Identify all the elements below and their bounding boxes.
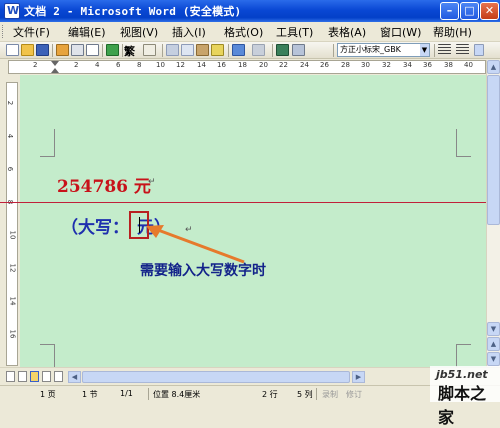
menu-grip[interactable] <box>2 25 5 38</box>
toolbar-separator <box>434 44 435 57</box>
horizontal-ruler[interactable]: 2 2 4 6 8 10 12 14 16 18 20 22 24 26 28 … <box>8 60 486 74</box>
tab-selector[interactable] <box>0 60 8 75</box>
menu-file[interactable]: 文件(F) <box>13 24 50 40</box>
arrow-shaft <box>157 228 245 264</box>
toolbar-separator <box>162 44 163 57</box>
title-bar: W 文档 2 - Microsoft Word (安全模式) – □ ✕ <box>0 0 500 22</box>
align-center-icon[interactable] <box>456 44 469 56</box>
font-name-select[interactable]: 方正小标宋_GBK <box>337 43 430 57</box>
copy-icon[interactable] <box>181 44 194 56</box>
scroll-right-button[interactable]: ▶ <box>352 371 365 383</box>
vertical-ruler[interactable]: 2 4 6 8 10 12 14 16 <box>6 82 18 366</box>
paragraph-mark: ↵ <box>148 177 156 187</box>
status-separator <box>316 388 317 400</box>
toolbar-separator <box>228 44 229 57</box>
window-title: 文档 2 - Microsoft Word (安全模式) <box>24 5 242 18</box>
menu-table[interactable]: 表格(A) <box>328 24 366 40</box>
hanging-indent-marker[interactable] <box>51 68 59 73</box>
status-section: 1 节 <box>82 390 98 399</box>
status-line: 2 行 <box>262 390 278 399</box>
menu-view[interactable]: 视图(V) <box>120 24 158 40</box>
chevron-down-icon[interactable]: ▼ <box>420 44 429 56</box>
simplified-chinese-icon[interactable] <box>143 44 156 56</box>
traditional-chinese-button[interactable]: 繁 <box>124 43 135 59</box>
new-document-icon[interactable] <box>6 44 19 56</box>
word-app-icon[interactable]: W <box>4 3 20 19</box>
amount-text[interactable]: 254786 元 <box>57 172 151 197</box>
status-separator <box>148 388 149 400</box>
watermark-name: 脚本之家 <box>438 384 487 427</box>
maximize-button[interactable]: □ <box>460 2 479 20</box>
bottom-right-margin-mark <box>456 344 471 367</box>
toolbar-separator <box>272 44 273 57</box>
status-page-of: 1/1 <box>120 389 133 398</box>
scroll-down-button[interactable]: ▼ <box>487 322 500 336</box>
more-buttons-icon[interactable] <box>292 44 305 56</box>
permission-icon[interactable] <box>56 44 69 56</box>
menu-window[interactable]: 窗口(W) <box>380 24 421 40</box>
menu-edit[interactable]: 编辑(E) <box>68 24 106 40</box>
toolbar-separator <box>102 44 103 57</box>
save-icon[interactable] <box>36 44 49 56</box>
menu-tools[interactable]: 工具(T) <box>276 24 313 40</box>
toolbar-separator <box>333 44 334 57</box>
toolbar-options-icon[interactable] <box>474 44 484 56</box>
status-column: 5 列 <box>297 390 313 399</box>
menu-insert[interactable]: 插入(I) <box>172 24 206 40</box>
vertical-scrollbar[interactable]: ▲ ▼ ▲ ▼ <box>486 60 500 367</box>
spelling-icon[interactable] <box>106 44 119 56</box>
top-left-margin-mark <box>40 129 55 157</box>
status-track-changes[interactable]: 修订 <box>346 389 362 400</box>
redo-icon[interactable] <box>252 44 265 56</box>
horizontal-scroll-thumb[interactable] <box>82 371 350 383</box>
scroll-thumb[interactable] <box>487 75 500 225</box>
callout-text: 需要输入大写数字时 <box>140 263 266 279</box>
toolbar-separator <box>122 44 123 57</box>
reading-view-button[interactable] <box>54 371 63 382</box>
hyperlink-icon[interactable] <box>276 44 289 56</box>
print-icon[interactable] <box>71 44 84 56</box>
next-page-button[interactable]: ▼ <box>487 352 500 366</box>
open-folder-icon[interactable] <box>21 44 34 56</box>
menu-format[interactable]: 格式(O) <box>224 24 263 40</box>
capital-prefix: （大写： <box>61 218 129 238</box>
status-record[interactable]: 录制 <box>322 389 338 400</box>
previous-page-button[interactable]: ▲ <box>487 337 500 351</box>
bottom-left-margin-mark <box>40 344 55 367</box>
align-left-icon[interactable] <box>438 44 451 56</box>
web-view-button[interactable] <box>18 371 27 382</box>
horizontal-scrollbar-area: ◀ ▶ <box>0 367 500 385</box>
divider-line <box>0 202 500 203</box>
scroll-left-button[interactable]: ◀ <box>68 371 81 383</box>
standard-toolbar: 繁 方正小标宋_GBK ▼ <box>0 42 500 59</box>
normal-view-button[interactable] <box>6 371 15 382</box>
undo-icon[interactable] <box>232 44 245 56</box>
menu-help[interactable]: 帮助(H) <box>433 24 472 40</box>
menu-bar: 文件(F) 编辑(E) 视图(V) 插入(I) 格式(O) 工具(T) 表格(A… <box>0 22 500 42</box>
outline-view-button[interactable] <box>42 371 51 382</box>
status-position: 位置 8.4厘米 <box>153 390 201 399</box>
status-bar: 1 页 1 节 1/1 位置 8.4厘米 2 行 5 列 录制 修订 <box>0 385 500 402</box>
cut-icon[interactable] <box>166 44 179 56</box>
page-view-button[interactable] <box>30 371 39 382</box>
status-page: 1 页 <box>40 390 56 399</box>
minimize-button[interactable]: – <box>440 2 459 20</box>
top-right-margin-mark <box>456 129 471 157</box>
paste-icon[interactable] <box>196 44 209 56</box>
first-line-indent-marker[interactable] <box>51 61 59 66</box>
format-painter-icon[interactable] <box>211 44 224 56</box>
print-preview-icon[interactable] <box>86 44 99 56</box>
close-button[interactable]: ✕ <box>480 2 499 20</box>
toolbar-separator <box>52 44 53 57</box>
scroll-up-button[interactable]: ▲ <box>487 60 500 74</box>
